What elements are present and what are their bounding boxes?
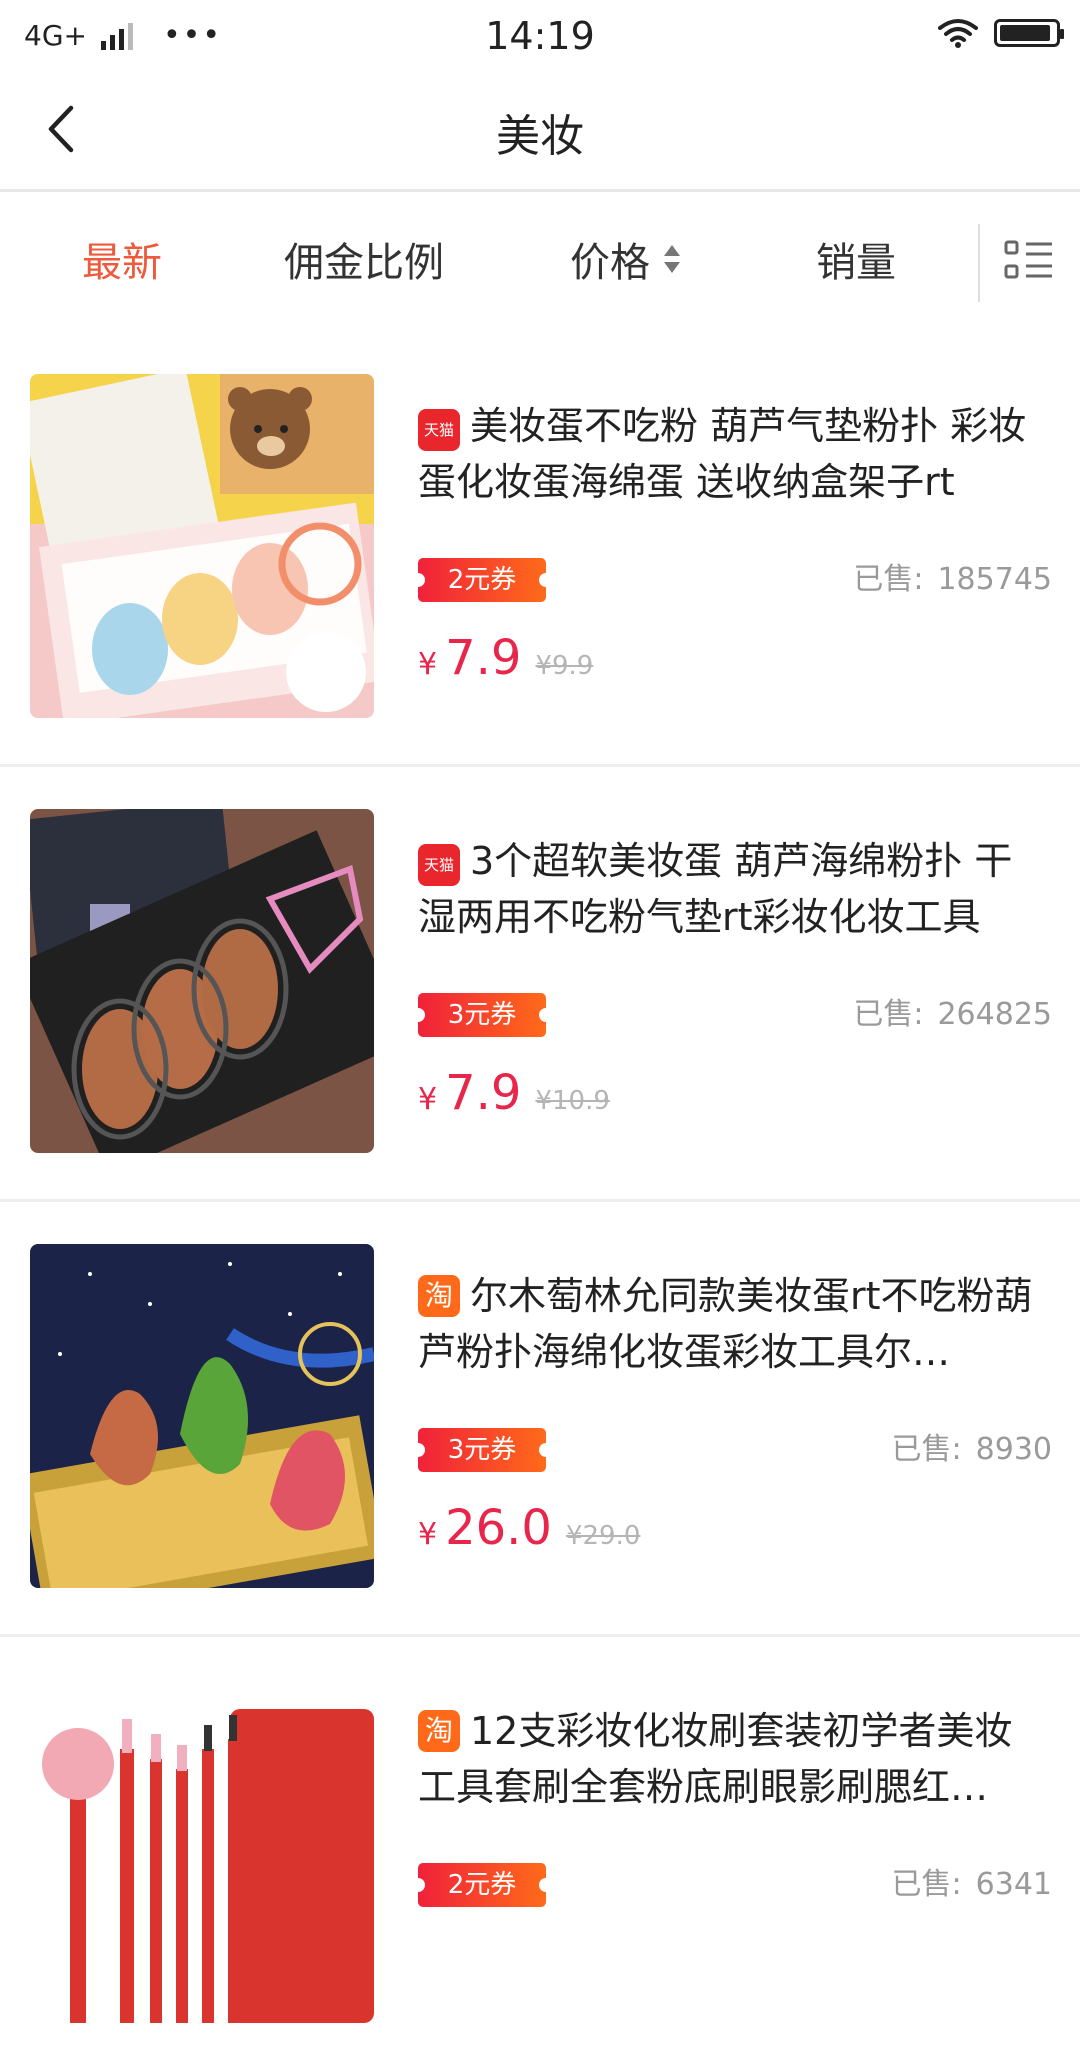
product-title-text: 美妆蛋不吃粉 葫芦气垫粉扑 彩妆蛋化妆蛋海绵蛋 送收纳盒架子rt [418, 404, 1027, 504]
sold-value: 6341 [975, 1867, 1052, 1902]
coupon-badge[interactable]: 3元券 [411, 993, 553, 1037]
tmall-badge-icon: 天猫 [418, 844, 460, 886]
currency-symbol: ¥ [418, 647, 438, 682]
sort-arrows-icon [664, 245, 680, 273]
coupon-badge[interactable]: 2元券 [411, 558, 553, 602]
product-title[interactable]: 淘尔木萄林允同款美妆蛋rt不吃粉葫芦粉扑海绵化妆蛋彩妆工具尔… [418, 1268, 1048, 1380]
taobao-badge-icon: 淘 [418, 1710, 460, 1752]
original-price: ¥29.0 [565, 1521, 641, 1551]
status-time: 14:19 [485, 14, 595, 58]
sold-label: 已售: [853, 562, 924, 597]
product-title-text: 12支彩妆化妆刷套装初学者美妆工具套刷全套粉底刷眼影刷腮红… [418, 1709, 1013, 1809]
price-row: ¥ 7.9 ¥9.9 [418, 630, 593, 686]
tab-sales-label: 销量 [816, 240, 896, 286]
sort-bar: 最新 佣金比例 价格 销量 [0, 192, 1080, 332]
currency-symbol: ¥ [418, 1082, 438, 1117]
product-card[interactable]: 天猫 3个超软美妆蛋 葫芦海绵粉扑 干湿两用不吃粉气垫rt彩妆化妆工具 3元券 已… [0, 767, 1080, 1202]
sold-label: 已售: [891, 1867, 962, 1902]
status-right [938, 18, 1064, 48]
product-card[interactable]: 淘尔木萄林允同款美妆蛋rt不吃粉葫芦粉扑海绵化妆蛋彩妆工具尔… 3元券 已售: 8… [0, 1202, 1080, 1637]
product-image[interactable] [30, 1679, 374, 2023]
sold-value: 264825 [937, 997, 1052, 1032]
product-card[interactable]: 淘 12支彩妆化妆刷套装初学者美妆工具套刷全套粉底刷眼影刷腮红… 2元券 已售: 6… [0, 1637, 1080, 2072]
sold-count: 已售: 264825 [853, 993, 1052, 1037]
battery-icon [994, 19, 1064, 47]
product-card[interactable]: 天猫 美妆蛋不吃粉 葫芦气垫粉扑 彩妆蛋化妆蛋海绵蛋 送收纳盒架子rt 2元券 已… [0, 332, 1080, 767]
sold-count: 已售: 6341 [892, 1863, 1052, 1907]
sort-divider [978, 224, 980, 302]
tmall-badge-icon: 天猫 [418, 409, 460, 451]
price-row: ¥ 7.9 ¥10.9 [418, 1065, 610, 1121]
tab-price-label: 价格 [570, 240, 650, 286]
product-title-text: 3个超软美妆蛋 葫芦海绵粉扑 干湿两用不吃粉气垫rt彩妆化妆工具 [418, 839, 1013, 939]
current-price: 7.9 [445, 1065, 522, 1121]
product-title-text: 尔木萄林允同款美妆蛋rt不吃粉葫芦粉扑海绵化妆蛋彩妆工具尔… [418, 1274, 1033, 1374]
product-image[interactable] [30, 809, 374, 1153]
product-title[interactable]: 淘 12支彩妆化妆刷套装初学者美妆工具套刷全套粉底刷眼影刷腮红… [418, 1703, 1048, 1815]
tab-newest[interactable]: 最新 [82, 230, 162, 288]
product-title[interactable]: 天猫 美妆蛋不吃粉 葫芦气垫粉扑 彩妆蛋化妆蛋海绵蛋 送收纳盒架子rt [418, 398, 1048, 510]
coupon-badge[interactable]: 3元券 [411, 1428, 553, 1472]
price-row: ¥ 26.0 ¥29.0 [418, 1500, 640, 1556]
product-title[interactable]: 天猫 3个超软美妆蛋 葫芦海绵粉扑 干湿两用不吃粉气垫rt彩妆化妆工具 [418, 833, 1048, 945]
taobao-badge-icon: 淘 [418, 1275, 460, 1317]
product-image[interactable] [30, 1244, 374, 1588]
tab-commission-label: 佣金比例 [284, 240, 444, 286]
product-list: 天猫 美妆蛋不吃粉 葫芦气垫粉扑 彩妆蛋化妆蛋海绵蛋 送收纳盒架子rt 2元券 已… [0, 332, 1080, 2072]
tab-commission[interactable]: 佣金比例 [284, 230, 444, 288]
wifi-icon [938, 19, 978, 48]
tab-sales[interactable]: 销量 [816, 230, 896, 288]
currency-symbol: ¥ [418, 1517, 438, 1552]
original-price: ¥9.9 [535, 651, 594, 681]
page-title: 美妆 [496, 111, 584, 162]
sold-count: 已售: 185745 [853, 558, 1052, 602]
original-price: ¥10.9 [535, 1086, 610, 1116]
list-view-icon[interactable] [1004, 238, 1054, 282]
sold-count: 已售: 8930 [892, 1428, 1052, 1472]
sold-value: 185745 [937, 562, 1052, 597]
tab-price[interactable]: 价格 [570, 230, 680, 288]
current-price: 7.9 [445, 630, 522, 686]
status-bar: 4G+ ••• 14:19 [0, 0, 1080, 72]
sold-label: 已售: [891, 1432, 962, 1467]
tab-newest-label: 最新 [82, 240, 162, 286]
product-image[interactable] [30, 374, 374, 718]
sold-label: 已售: [853, 997, 924, 1032]
nav-bar: 美妆 [0, 72, 1080, 192]
current-price: 26.0 [445, 1500, 552, 1556]
sold-value: 8930 [975, 1432, 1052, 1467]
coupon-badge[interactable]: 2元券 [411, 1863, 553, 1907]
